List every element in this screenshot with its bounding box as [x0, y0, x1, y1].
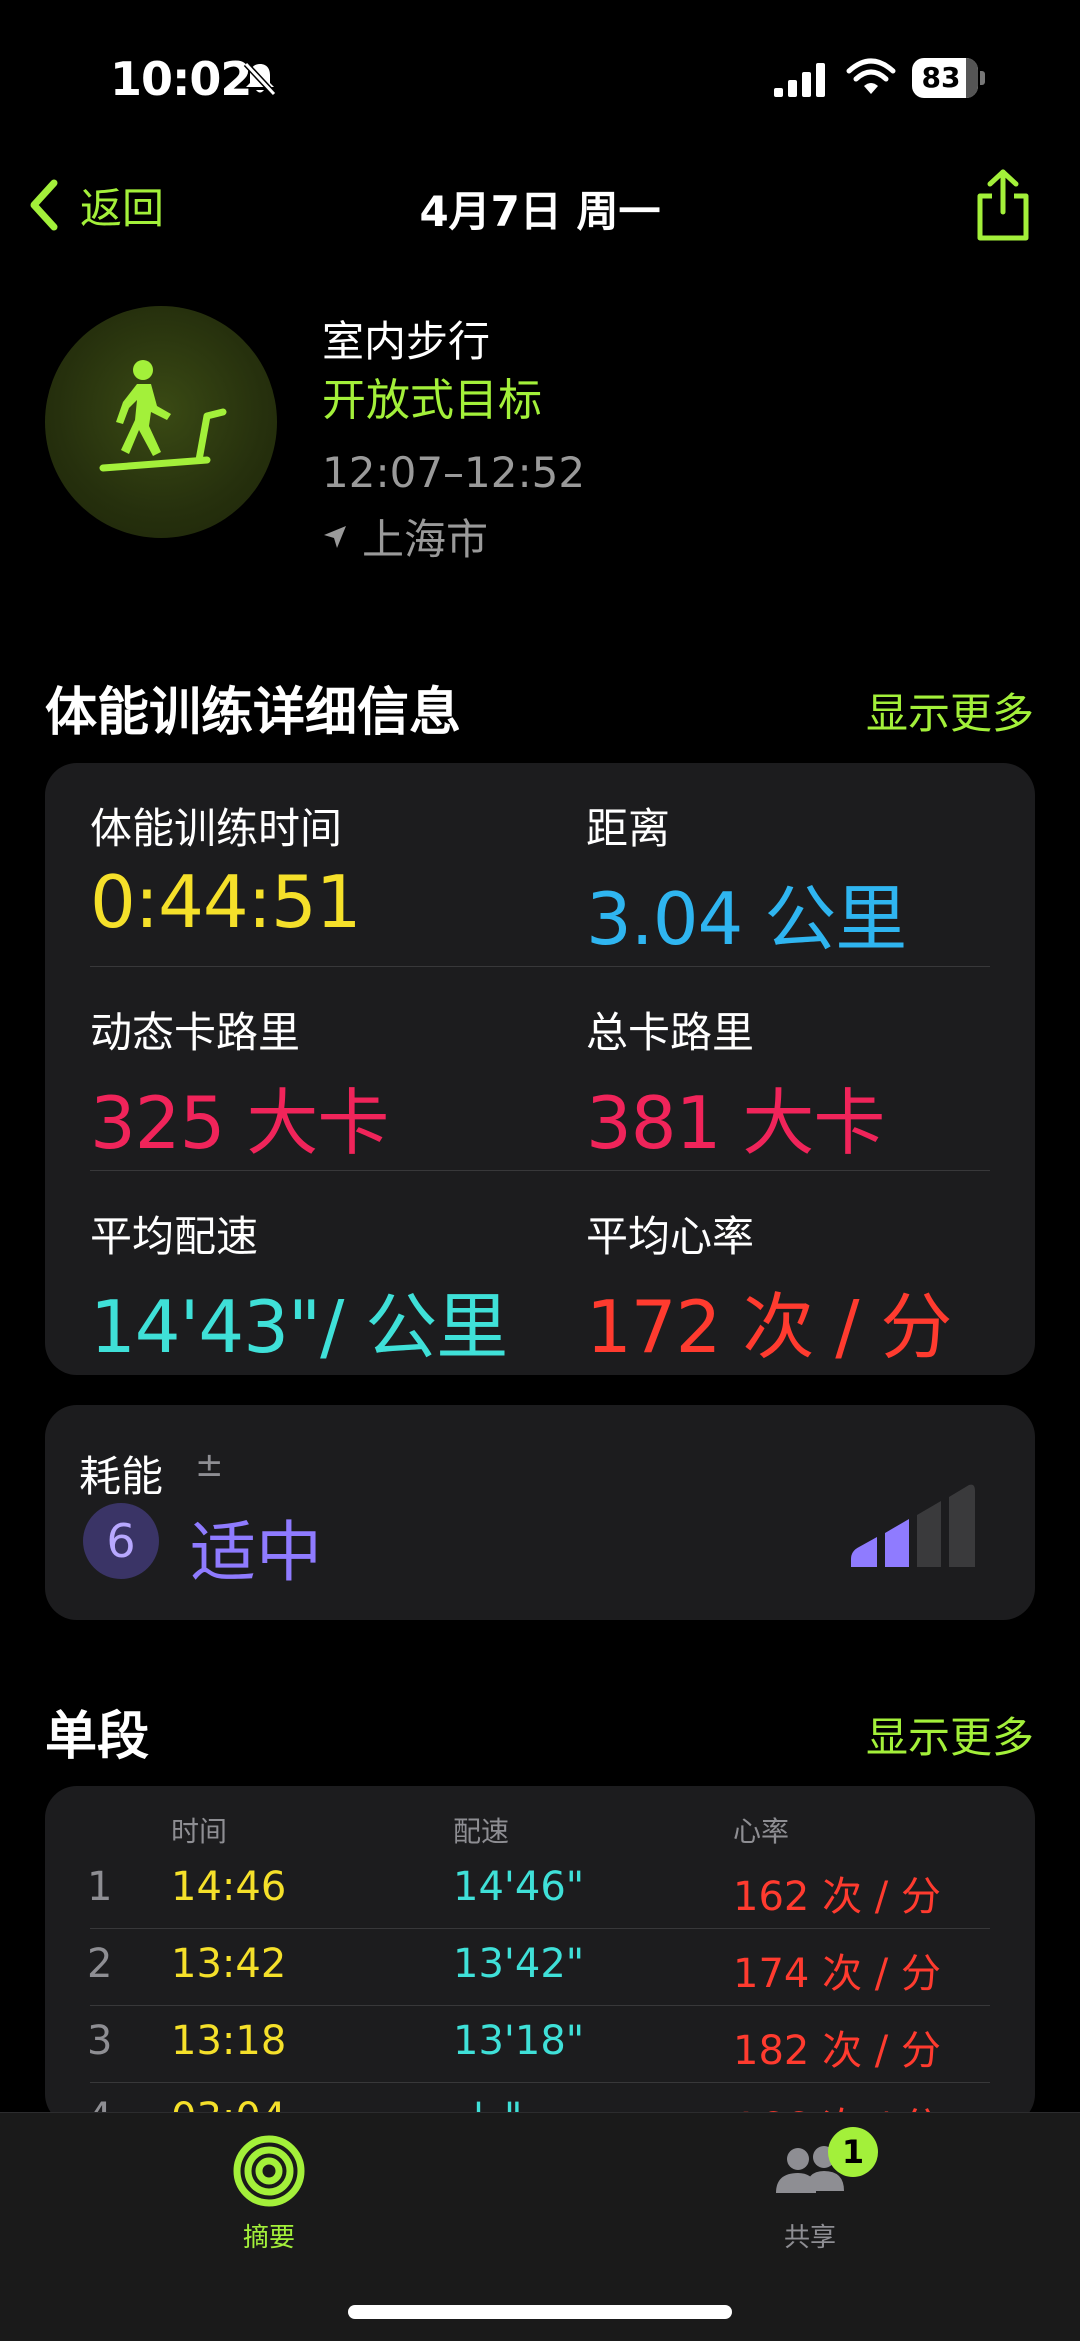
- split-row: 3 13:18 13'18" 182 次 / 分: [45, 2006, 1035, 2082]
- metric-value: 0:44:51: [90, 860, 362, 944]
- split-time: 14:46: [171, 1864, 287, 1910]
- tab-sharing[interactable]: 1 共享: [730, 2127, 890, 2254]
- location-arrow-icon: [324, 525, 346, 548]
- details-section-title: 体能训练详细信息: [45, 683, 462, 743]
- divider: [90, 1170, 990, 1171]
- metric-active-calories: 动态卡路里 325 大卡: [90, 999, 389, 1169]
- status-bar: 10:02 83: [0, 0, 1080, 150]
- split-pace: 13'18": [453, 2018, 585, 2064]
- split-row: 2 13:42 13'42" 174 次 / 分: [45, 1929, 1035, 2005]
- metric-average-heart-rate: 平均心率 172 次 / 分: [586, 1203, 952, 1373]
- metric-label: 体能训练时间: [90, 804, 343, 853]
- split-heart-rate: 162 次 / 分: [733, 1874, 941, 1920]
- workout-type-badge: [45, 306, 277, 538]
- split-heart-rate: 174 次 / 分: [733, 1951, 941, 1997]
- effort-label: 耗能: [79, 1452, 164, 1501]
- metric-average-pace: 平均配速 14'43"/ 公里: [90, 1203, 508, 1373]
- cellular-signal-icon: [774, 63, 825, 97]
- effort-level-text: 适中: [190, 1514, 322, 1591]
- metric-distance: 距离 3.04 公里: [586, 795, 907, 965]
- split-time: 13:42: [171, 1941, 287, 1987]
- metric-value: 381 大卡: [586, 1081, 885, 1165]
- metric-label: 距离: [586, 804, 671, 853]
- battery-level: 83: [921, 61, 961, 94]
- notification-badge: 1: [828, 2127, 878, 2177]
- split-time: 13:18: [171, 2018, 287, 2064]
- battery-indicator: 83: [912, 58, 986, 98]
- split-heart-rate: 182 次 / 分: [733, 2028, 941, 2074]
- tab-summary[interactable]: 摘要: [189, 2133, 349, 2254]
- metric-label: 动态卡路里: [90, 1008, 301, 1057]
- effort-bars-icon: [851, 1484, 975, 1567]
- workout-time-range: 12:07–12:52: [322, 448, 586, 497]
- metric-value: 3.04 公里: [586, 877, 907, 961]
- share-icon[interactable]: [972, 168, 1034, 244]
- splits-header-heart-rate: 心率: [733, 1815, 790, 1848]
- splits-show-more-link[interactable]: 显示更多: [866, 1704, 1034, 1765]
- wifi-icon: [846, 58, 896, 94]
- split-number: 1: [87, 1864, 113, 1910]
- splits-card: 时间 配速 心率 1 14:46 14'46" 162 次 / 分 2 13:4…: [45, 1786, 1035, 2126]
- location-label: 上海市: [362, 515, 489, 564]
- split-pace: 13'42": [453, 1941, 585, 1987]
- tab-label: 共享: [783, 2223, 836, 2253]
- status-time: 10:02: [110, 52, 252, 106]
- metric-label: 总卡路里: [586, 1008, 755, 1057]
- treadmill-walking-icon: [99, 360, 227, 472]
- splits-header-pace: 配速: [453, 1815, 510, 1848]
- effort-level-badge: 6: [83, 1503, 159, 1579]
- metric-total-calories: 总卡路里 381 大卡: [586, 999, 885, 1169]
- workout-location: 上海市: [322, 506, 488, 567]
- metric-value: 14'43"/ 公里: [90, 1285, 508, 1369]
- split-number: 2: [87, 1941, 113, 1987]
- activity-rings-icon: [233, 2135, 305, 2207]
- split-number: 3: [87, 2018, 113, 2064]
- page-title: 4月7日 周一: [419, 187, 661, 236]
- metric-label: 平均心率: [586, 1212, 755, 1261]
- workout-goal: 开放式目标: [322, 375, 542, 426]
- splits-header-time: 时间: [171, 1815, 228, 1848]
- metric-duration: 体能训练时间 0:44:51: [90, 795, 362, 944]
- split-pace: 14'46": [453, 1864, 585, 1910]
- splits-section-title: 单段: [45, 1707, 150, 1767]
- effort-adjust-indicator: ±: [195, 1445, 224, 1485]
- details-show-more-link[interactable]: 显示更多: [866, 680, 1034, 741]
- metric-label: 平均配速: [90, 1212, 259, 1261]
- split-row: 1 14:46 14'46" 162 次 / 分: [45, 1852, 1035, 1928]
- bell-muted-icon: [243, 61, 277, 97]
- home-indicator: [348, 2305, 732, 2319]
- metric-value: 172 次 / 分: [586, 1285, 952, 1369]
- workout-name: 室内步行: [322, 317, 491, 366]
- tab-label: 摘要: [242, 2223, 295, 2253]
- workout-details-card[interactable]: 体能训练时间 0:44:51 距离 3.04 公里 动态卡路里 325 大卡 总…: [45, 763, 1035, 1375]
- metric-value: 325 大卡: [90, 1081, 389, 1165]
- divider: [90, 966, 990, 967]
- effort-card[interactable]: 耗能 ± 6 适中: [45, 1405, 1035, 1620]
